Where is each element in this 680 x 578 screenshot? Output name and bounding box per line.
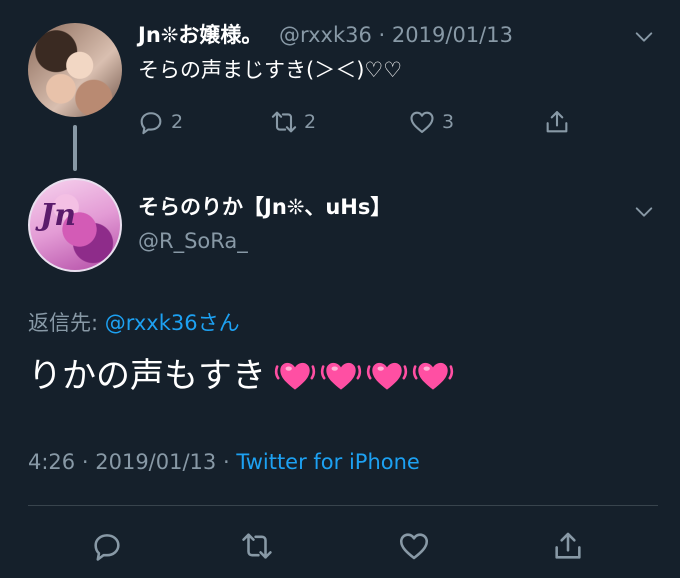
retweet-icon: [271, 111, 297, 133]
tweet-source-link[interactable]: Twitter for iPhone: [236, 450, 420, 474]
parent-date[interactable]: 2019/01/13: [392, 23, 513, 47]
beating-heart-emoji: [412, 362, 454, 390]
parent-retweet-button[interactable]: 2: [270, 108, 316, 136]
share-icon: [546, 111, 568, 133]
parent-retweet-count: 2: [304, 111, 317, 133]
reply-share-button[interactable]: [551, 529, 585, 563]
reply-display-name[interactable]: そらのりか【Jn❊、uHs】: [138, 192, 391, 222]
thread-connector-line: [73, 125, 77, 171]
chevron-down-icon[interactable]: [633, 201, 655, 223]
reply-handle[interactable]: @R_SoRa_: [138, 226, 248, 256]
reply-date: 2019/01/13: [95, 450, 217, 474]
beating-heart-emoji: [366, 362, 408, 390]
reply-like-button[interactable]: [397, 529, 431, 563]
replying-to-label: 返信先:: [28, 311, 99, 335]
beating-heart-emoji: [274, 362, 316, 390]
avatar-artwork: Jn: [40, 198, 77, 233]
divider: [28, 505, 658, 506]
replying-to-user-link[interactable]: @rxxk36さん: [105, 311, 240, 335]
reply-time: 4:26: [28, 450, 76, 474]
parent-reply-count: 2: [171, 111, 184, 133]
replying-to: 返信先: @rxxk36さん: [28, 308, 240, 338]
heart-icon: [410, 111, 434, 133]
chevron-down-icon[interactable]: [633, 26, 655, 48]
reply-icon: [94, 534, 120, 561]
parent-display-name[interactable]: Jn❊お嬢様。: [138, 23, 262, 47]
reply-retweet-button[interactable]: [240, 529, 274, 563]
reply-tweet-text: りかの声もすき: [28, 350, 454, 402]
reply-icon: [140, 112, 162, 135]
share-icon: [555, 532, 581, 559]
beating-heart-emoji: [320, 362, 362, 390]
parent-tweet-text: そらの声まじすき(＞＜)♡♡: [138, 58, 403, 82]
reply-meta-separator: ·: [222, 450, 230, 474]
reply-meta: 4:26 · 2019/01/13 · Twitter for iPhone: [28, 447, 420, 477]
reply-avatar[interactable]: Jn: [28, 178, 122, 272]
reply-meta-separator: ·: [81, 450, 89, 474]
parent-like-count: 3: [442, 111, 455, 133]
reply-reply-button[interactable]: [90, 529, 124, 563]
retweet-icon: [242, 533, 272, 559]
parent-avatar[interactable]: [28, 23, 122, 117]
reply-text: りかの声もすき: [28, 356, 266, 396]
parent-separator: ·: [378, 23, 386, 47]
parent-handle[interactable]: @rxxk36: [279, 23, 372, 47]
heart-icon: [399, 533, 429, 560]
parent-share-button[interactable]: [543, 108, 571, 136]
parent-reply-button[interactable]: 2: [137, 108, 183, 136]
parent-header: Jn❊お嬢様。 @rxxk36 · 2019/01/13: [138, 20, 513, 50]
parent-like-button[interactable]: 3: [408, 108, 454, 136]
